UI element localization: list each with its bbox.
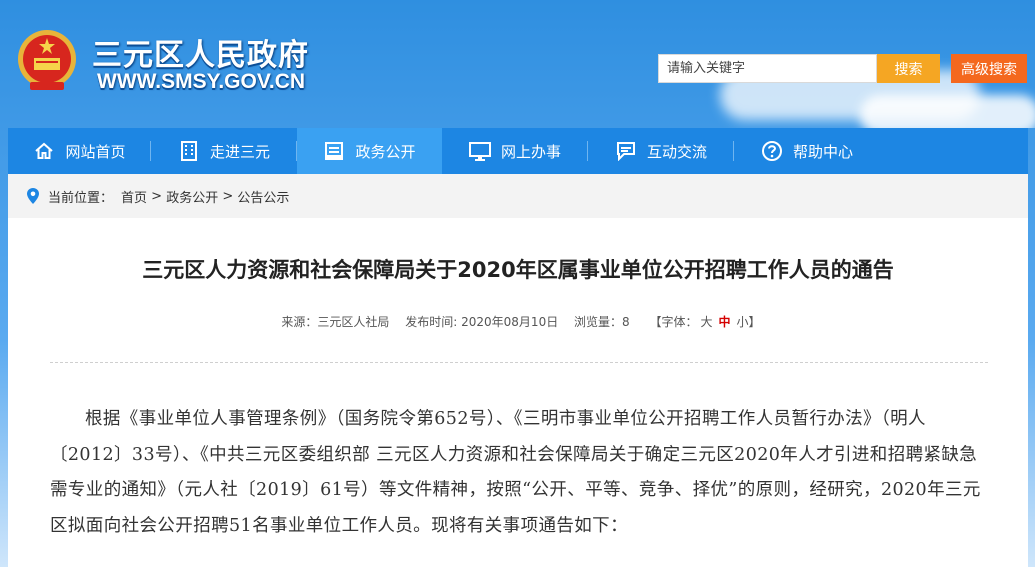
- breadcrumb-prefix: 当前位置：: [48, 190, 114, 206]
- nav-item-label: 互动交流: [646, 142, 707, 161]
- search-input[interactable]: [658, 54, 877, 83]
- font-size-medium[interactable]: 中: [719, 315, 731, 329]
- monitor-icon: [468, 140, 491, 162]
- nav-item-label: 网上办事: [500, 142, 561, 161]
- divider: [50, 362, 988, 363]
- breadcrumb: 当前位置： 首页 > 政务公开 > 公告公示: [8, 174, 1028, 218]
- article-views: 浏览量：8: [574, 315, 630, 329]
- home-icon: [33, 140, 55, 162]
- nav-item-home[interactable]: 网站首页: [8, 128, 151, 174]
- article-source: 来源：三元区人社局: [281, 315, 390, 329]
- breadcrumb-separator: >: [218, 188, 238, 204]
- location-pin-icon: [27, 188, 39, 204]
- article-date: 发布时间: 2020年08月10日: [405, 315, 559, 329]
- font-size-prefix: 【字体：: [649, 315, 698, 329]
- nav-item-about[interactable]: 走进三元: [151, 128, 297, 174]
- article-title: 三元区人力资源和社会保障局关于2020年区属事业单位公开招聘工作人员的通告: [142, 258, 894, 282]
- breadcrumb-separator: >: [147, 188, 167, 204]
- breadcrumb-link-gov-affairs[interactable]: 政务公开: [166, 187, 218, 206]
- site-header: 三元区人民政府 WWW.SMSY.GOV.CN 搜索 高级搜索: [0, 0, 1035, 128]
- advanced-search-button[interactable]: 高级搜索: [951, 54, 1027, 83]
- nav-item-label: 走进三元: [209, 142, 270, 161]
- nav-item-help[interactable]: 帮助中心: [734, 128, 880, 174]
- site-name[interactable]: 三元区人民政府: [92, 30, 309, 74]
- header-cloud: [860, 95, 1035, 128]
- nav-item-interaction[interactable]: 互动交流: [588, 128, 734, 174]
- article-meta: 来源：三元区人社局 发布时间: 2020年08月10日 浏览量：8 【字体：大中…: [8, 313, 1028, 330]
- article-body: 根据《事业单位人事管理条例》（国务院令第652号）、《三明市事业单位公开招聘工作…: [50, 409, 981, 536]
- nav-item-online-service[interactable]: 网上办事: [442, 128, 588, 174]
- breadcrumb-link-notices[interactable]: 公告公示: [237, 187, 289, 206]
- breadcrumb-link-home[interactable]: 首页: [121, 187, 147, 206]
- content-panel: 当前位置： 首页 > 政务公开 > 公告公示 三元区人力资源和社会保障局关于20…: [8, 174, 1028, 567]
- nav-item-gov-affairs[interactable]: 政务公开: [297, 128, 442, 174]
- font-size-large[interactable]: 大: [701, 315, 713, 329]
- site-url[interactable]: WWW.SMSY.GOV.CN: [97, 70, 305, 94]
- chat-icon: [615, 140, 637, 162]
- nav-item-label: 帮助中心: [792, 142, 853, 161]
- nav-item-label: 网站首页: [65, 142, 126, 161]
- nav-item-label: 政务公开: [355, 142, 416, 161]
- document-icon: [323, 140, 345, 162]
- building-icon: [178, 140, 200, 162]
- font-size-small[interactable]: 小】: [737, 315, 761, 329]
- national-emblem-icon[interactable]: [16, 28, 78, 94]
- main-nav: 网站首页 走进三元 政务公开 网上办事 互动交流 帮助中心: [8, 128, 1028, 174]
- search-button[interactable]: 搜索: [877, 54, 940, 83]
- help-icon: [761, 140, 783, 162]
